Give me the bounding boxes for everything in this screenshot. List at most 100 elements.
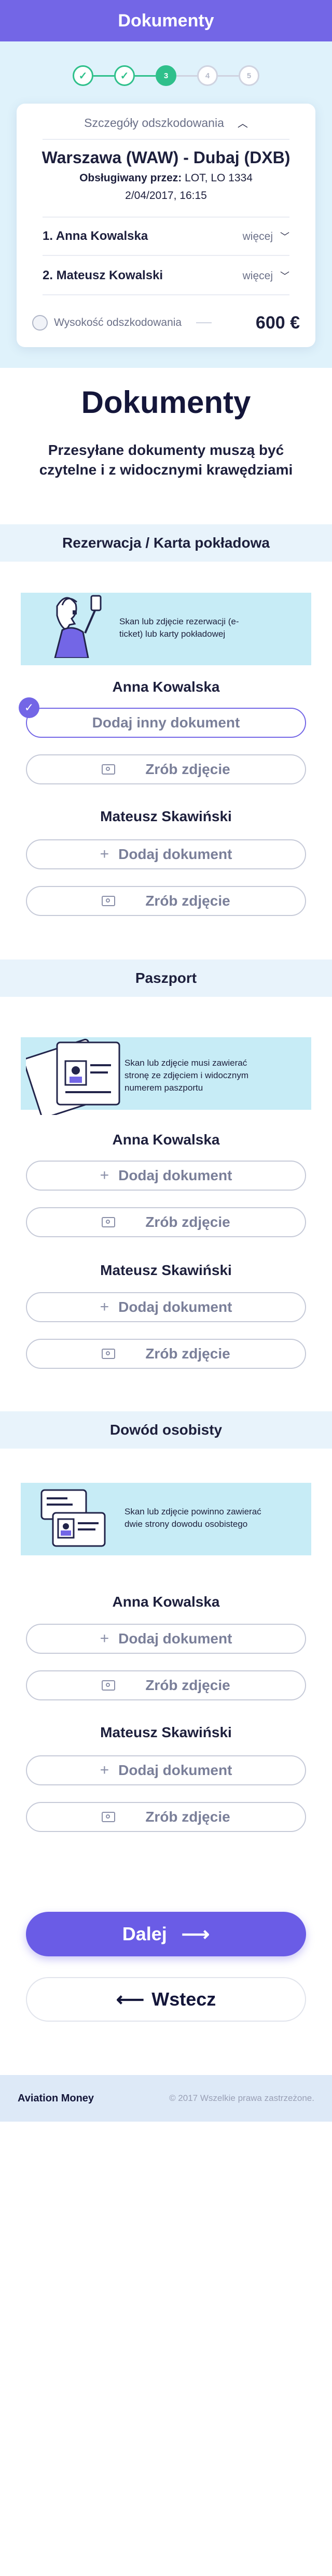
- compensation-summary-card: Szczegóły odszkodowania ︿ Warszawa (WAW) …: [17, 104, 315, 347]
- button-label: Dodaj dokument: [118, 1299, 232, 1315]
- coin-icon: [32, 315, 48, 331]
- passport-info-box: Skan lub zdjęcie musi zawierać stronę ze…: [21, 1037, 311, 1115]
- passenger-name: 2. Mateusz Kowalski: [43, 268, 163, 282]
- flight-operator: Obsługiwany przez: LOT, LO 1334: [17, 172, 315, 184]
- add-document-button[interactable]: + Dodaj dokument: [26, 1755, 306, 1785]
- person-name: Anna Kowalska: [112, 1594, 220, 1610]
- passenger-row[interactable]: 2. Mateusz Kowalski więcej ﹀: [43, 265, 289, 286]
- step-connector: [135, 75, 156, 77]
- footer-brand[interactable]: Aviation Money: [18, 2093, 94, 2105]
- more-label: więcej: [242, 231, 273, 242]
- check-icon: ✓: [19, 697, 39, 718]
- info-text: Skan lub zdjęcie powinno zawierać dwie s…: [125, 1507, 261, 1529]
- step-3-active: 3: [156, 65, 176, 86]
- page-title: Dokumenty: [81, 385, 251, 420]
- divider: [196, 322, 212, 323]
- add-document-button[interactable]: + Dodaj dokument: [26, 1624, 306, 1654]
- step-connector: [218, 75, 239, 77]
- step-number: 4: [205, 71, 210, 80]
- chevron-down-icon: ﹀: [280, 271, 289, 281]
- check-icon: ✓: [120, 70, 129, 82]
- id-card-illustration: [40, 1489, 106, 1547]
- arrow-right-icon: ⟶: [181, 1923, 210, 1945]
- step-connector: [93, 75, 114, 77]
- take-photo-button[interactable]: Zrób zdjęcie: [26, 1339, 306, 1369]
- footer-copyright: © 2017 Wszelkie prawa zastrzeżone.: [169, 2093, 314, 2103]
- take-photo-button[interactable]: Zrób zdjęcie: [26, 1670, 306, 1700]
- person-name: Mateusz Skawiński: [100, 1724, 232, 1740]
- compensation-amount: 600 €: [255, 312, 300, 333]
- more-label: więcej: [242, 270, 273, 282]
- button-label: Zrób zdjęcie: [145, 761, 230, 777]
- id-card-info-box: Skan lub zdjęcie powinno zawierać dwie s…: [21, 1483, 311, 1555]
- flight-route: Warszawa (WAW) - Dubaj (DXB): [42, 148, 290, 167]
- button-label: Dodaj dokument: [118, 1630, 232, 1647]
- plus-icon: +: [100, 846, 109, 863]
- button-label: Dodaj dokument: [118, 846, 232, 862]
- chevron-down-icon: ﹀: [280, 232, 289, 242]
- camera-icon: [102, 1217, 116, 1227]
- app-header: Dokumenty: [0, 0, 332, 41]
- details-toggle-label: Szczegóły odszkodowania: [84, 116, 224, 130]
- take-photo-button[interactable]: Zrób zdjęcie: [26, 754, 306, 784]
- button-label: Dodaj dokument: [118, 1762, 232, 1778]
- add-document-button[interactable]: + Dodaj dokument: [26, 839, 306, 869]
- chevron-up-icon: ︿: [237, 118, 248, 130]
- header-title: Dokumenty: [118, 10, 214, 31]
- arrow-left-icon: ⟵: [116, 1988, 145, 2011]
- person-illustration: [54, 595, 102, 658]
- camera-icon: [102, 1812, 116, 1822]
- button-label: Wstecz: [151, 1988, 216, 2010]
- info-text: Skan lub zdjęcie musi zawierać stronę ze…: [125, 1058, 249, 1093]
- person-name: Mateusz Skawiński: [100, 808, 232, 824]
- button-label: Dalej: [122, 1923, 167, 1944]
- step-1-done[interactable]: ✓: [73, 65, 93, 86]
- take-photo-button[interactable]: Zrób zdjęcie: [26, 1802, 306, 1832]
- button-label: Zrób zdjęcie: [145, 1346, 230, 1362]
- next-button[interactable]: Dalej ⟶: [26, 1912, 306, 1956]
- add-document-button[interactable]: + Dodaj dokument: [26, 1161, 306, 1191]
- back-button[interactable]: ⟵ Wstecz: [26, 1977, 306, 2022]
- step-connector: [176, 75, 197, 77]
- section-title: Dowód osobisty: [109, 1422, 223, 1438]
- more-toggle[interactable]: więcej ﹀: [243, 230, 289, 243]
- plus-icon: +: [100, 1630, 109, 1647]
- page: Dokumenty ✓ ✓ 3 4 5 Szczegóły odszkodowa…: [0, 0, 332, 2576]
- button-label: Zrób zdjęcie: [145, 1809, 230, 1825]
- person-name: Anna Kowalska: [112, 679, 220, 695]
- add-document-button[interactable]: + Dodaj dokument: [26, 1292, 306, 1322]
- person-name: Anna Kowalska: [112, 1132, 220, 1148]
- take-photo-button[interactable]: Zrób zdjęcie: [26, 886, 306, 916]
- button-label: Zrób zdjęcie: [145, 1214, 230, 1230]
- details-toggle[interactable]: Szczegóły odszkodowania ︿: [17, 115, 315, 130]
- step-number: 3: [163, 71, 169, 80]
- button-label: Dodaj dokument: [118, 1167, 232, 1183]
- person-name: Mateusz Skawiński: [100, 1262, 232, 1278]
- button-label: Zrób zdjęcie: [145, 893, 230, 909]
- booking-info-box: Skan lub zdjęcie rezerwacji (e-ticket) l…: [21, 593, 311, 665]
- divider: [43, 294, 289, 295]
- operator-value: LOT, LO 1334: [185, 172, 253, 184]
- step-5: 5: [239, 65, 259, 86]
- plus-icon: +: [100, 1167, 109, 1184]
- more-toggle[interactable]: więcej ﹀: [243, 269, 289, 282]
- footer: Aviation Money © 2017 Wszelkie prawa zas…: [0, 2075, 332, 2122]
- operator-label: Obsługiwany przez:: [79, 172, 182, 184]
- camera-icon: [102, 1349, 116, 1359]
- flight-date: 2/04/2017, 16:15: [125, 190, 207, 202]
- section-header-booking: Rezerwacja / Karta pokładowa: [0, 524, 332, 562]
- section-header-id-card: Dowód osobisty: [0, 1411, 332, 1449]
- compensation-label: Wysokość odszkodowania: [54, 317, 182, 328]
- step-4: 4: [197, 65, 218, 86]
- divider: [43, 217, 289, 218]
- step-2-done[interactable]: ✓: [114, 65, 135, 86]
- divider: [43, 255, 289, 256]
- info-text: Skan lub zdjęcie rezerwacji (e-ticket) l…: [119, 617, 239, 639]
- passenger-row[interactable]: 1. Anna Kowalska więcej ﹀: [43, 226, 289, 247]
- add-document-button[interactable]: Dodaj inny dokument: [26, 708, 306, 738]
- plus-icon: +: [100, 1762, 109, 1779]
- plus-icon: +: [100, 1298, 109, 1315]
- button-label: Dodaj inny dokument: [92, 714, 240, 731]
- passport-illustration: [26, 1038, 120, 1115]
- take-photo-button[interactable]: Zrób zdjęcie: [26, 1207, 306, 1237]
